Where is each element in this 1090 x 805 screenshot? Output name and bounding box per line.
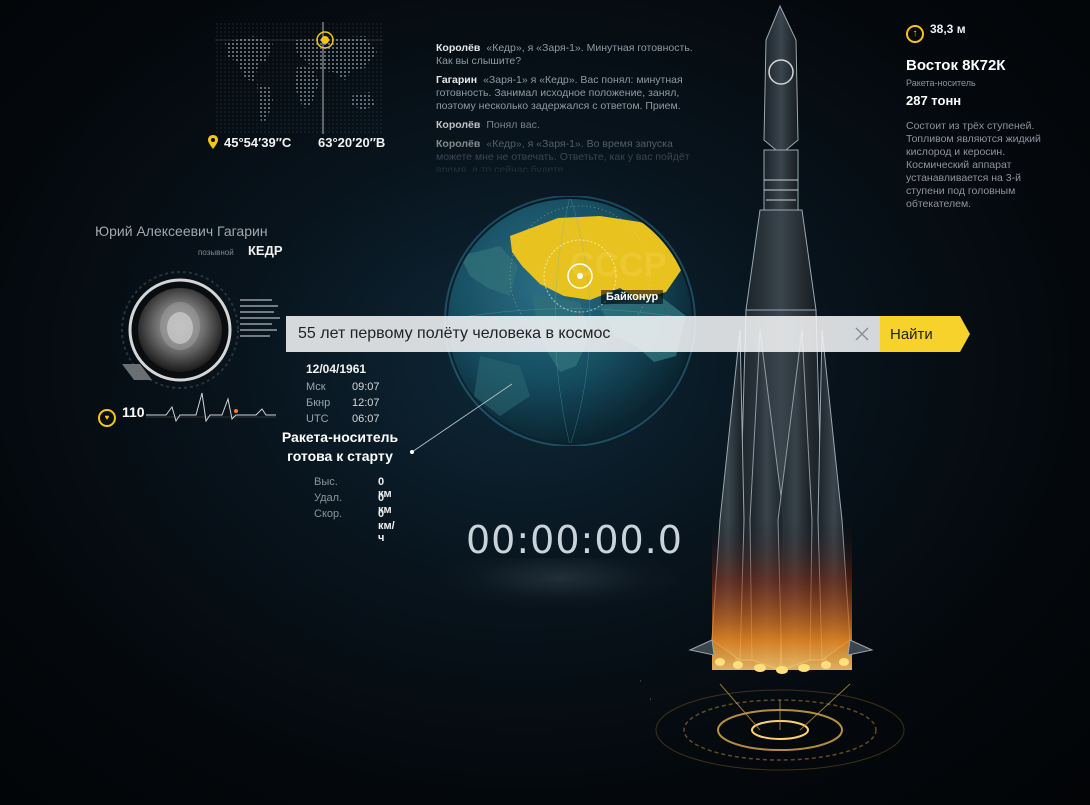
time-row: Бкнр 12:07 bbox=[306, 397, 380, 409]
longitude: 63°20′20″В bbox=[318, 135, 386, 150]
dialogue-text: Понял вас. bbox=[486, 119, 540, 131]
time-value: 12:07 bbox=[352, 397, 380, 409]
clear-icon[interactable] bbox=[852, 324, 872, 344]
launch-date: 12/04/1961 bbox=[306, 362, 367, 376]
callsign-label: позывной bbox=[198, 248, 234, 257]
rocket-name: Восток 8К72К bbox=[906, 57, 1006, 74]
pulse-readout: ♥ 110 bbox=[98, 404, 145, 427]
time-value: 06:07 bbox=[352, 413, 380, 425]
location-pin-icon bbox=[208, 135, 218, 149]
rocket-type: Ракета-носитель bbox=[906, 78, 976, 88]
search-bar bbox=[286, 316, 880, 352]
search-input[interactable] bbox=[286, 316, 846, 352]
time-value: 09:07 bbox=[352, 381, 380, 393]
status-line: Ракета-носитель bbox=[281, 429, 399, 445]
rocket-height: ↑ 38,3 м bbox=[906, 22, 966, 43]
dialogue-speaker: Королёв bbox=[436, 42, 481, 54]
dialogue-speaker: Королёв bbox=[436, 138, 481, 150]
launch-status: Ракета-носитель готова к старту bbox=[270, 428, 410, 466]
rocket-mass: 287 тонн bbox=[906, 93, 962, 108]
measure-label: Выс. bbox=[314, 476, 338, 488]
measure-label: Скор. bbox=[314, 508, 343, 520]
time-label: Мск bbox=[306, 381, 326, 393]
time-row: Мск 09:07 bbox=[306, 381, 380, 393]
pulse-value: 110 bbox=[122, 404, 145, 420]
status-line: готова к старту bbox=[287, 448, 393, 464]
latitude: 45°54′39″С bbox=[208, 135, 291, 150]
arrow-up-icon: ↑ bbox=[906, 24, 924, 43]
search-button[interactable]: Найти bbox=[880, 316, 970, 352]
measure-row: Удал. 0 км bbox=[314, 492, 392, 516]
measure-row: Выс. 0 км bbox=[314, 476, 392, 500]
time-row: UTC 06:07 bbox=[306, 413, 380, 425]
callsign-value: КЕДР bbox=[248, 243, 283, 258]
time-label: UTC bbox=[306, 413, 329, 425]
measure-row: Скор. 0 км/ч bbox=[314, 508, 395, 544]
dialogue-speaker: Гагарин bbox=[436, 74, 478, 86]
latitude-value: 45°54′39″С bbox=[224, 135, 292, 150]
world-map-icon bbox=[215, 22, 383, 134]
heart-icon: ♥ bbox=[98, 408, 116, 427]
connector-line bbox=[410, 383, 513, 454]
launch-pad bbox=[650, 683, 905, 771]
measure-label: Удал. bbox=[314, 492, 343, 504]
measure-value: 0 км/ч bbox=[378, 508, 395, 544]
rocket-height-value: 38,3 м bbox=[930, 22, 966, 36]
cosmonaut-name: Юрий Алексеевич Гагарин bbox=[95, 223, 268, 239]
cosmonaut-portrait bbox=[121, 271, 280, 389]
ecg-icon bbox=[146, 392, 276, 423]
time-label: Бкнр bbox=[306, 397, 331, 409]
dialogue-speaker: Королёв bbox=[436, 119, 481, 131]
rocket-description: Состоит из трёх ступеней. Топливом являю… bbox=[906, 120, 1041, 210]
